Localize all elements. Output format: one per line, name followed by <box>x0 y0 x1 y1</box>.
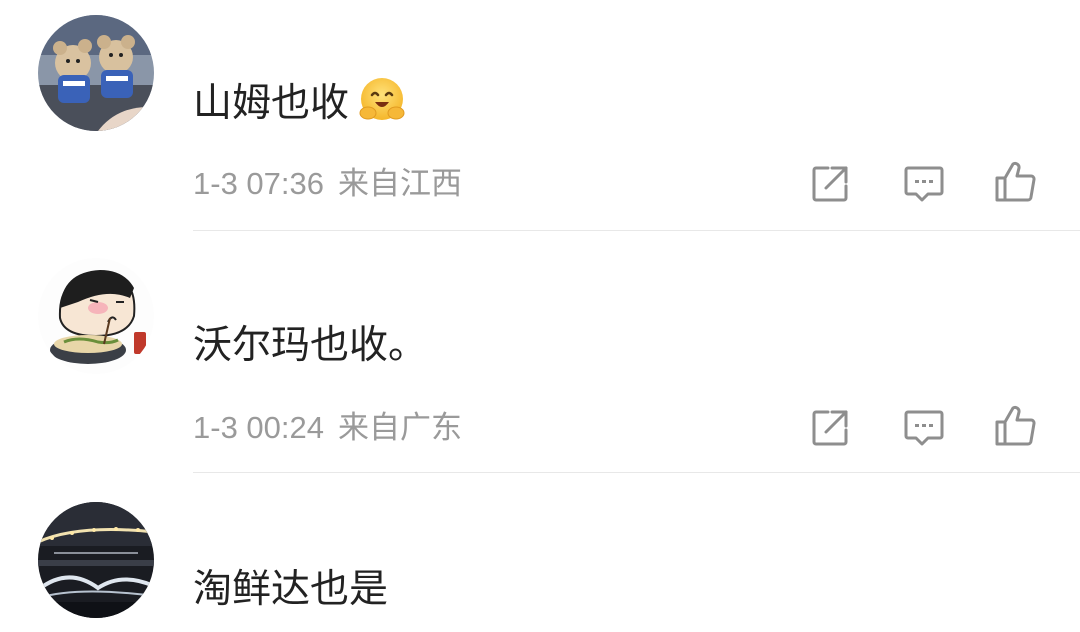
avatar[interactable] <box>38 15 154 131</box>
comment-text-content: 山姆也收 <box>193 80 350 126</box>
teddy-bears-avatar-image <box>38 15 154 131</box>
comment-item: 沃尔玛也收。 1-3 00:24 来自广东 <box>0 232 1080 474</box>
comment-text-content: 淘鲜达也是 <box>193 566 389 612</box>
comment-text-content: 沃尔玛也收。 <box>193 322 428 368</box>
divider <box>193 472 1080 473</box>
night-bridge-avatar-image <box>38 502 154 618</box>
comment-time: 1-3 07:36 <box>193 166 324 201</box>
avatar[interactable] <box>38 258 154 374</box>
divider <box>193 230 1080 231</box>
comment-location: 来自江西 <box>338 166 462 201</box>
like-button[interactable] <box>993 404 1037 448</box>
thumbs-up-icon <box>995 405 1036 446</box>
smiling-hugging-face-emoji <box>357 75 407 132</box>
comment-text: 山姆也收 <box>193 77 407 126</box>
cartoon-boy-eating-noodles-avatar-image <box>38 258 154 374</box>
comment-text: 淘鲜达也是 <box>193 567 388 611</box>
comment-location: 来自广东 <box>338 410 462 445</box>
comment-meta: 1-3 07:36 来自江西 <box>193 168 462 199</box>
comment-item: 山姆也收 1-3 07:36 来自江西 <box>0 0 1080 232</box>
comment-meta: 1-3 00:24 来自广东 <box>193 412 462 443</box>
avatar[interactable] <box>38 502 154 618</box>
comment-icon <box>904 410 944 446</box>
reply-button[interactable] <box>902 162 946 206</box>
share-icon <box>812 166 848 202</box>
like-button[interactable] <box>993 160 1037 204</box>
comment-icon <box>904 166 944 202</box>
comment-time: 1-3 00:24 <box>193 410 324 445</box>
share-button[interactable] <box>808 406 852 450</box>
reply-button[interactable] <box>902 406 946 450</box>
share-button[interactable] <box>808 162 852 206</box>
comment-item: 淘鲜达也是 <box>0 474 1080 632</box>
thumbs-up-icon <box>995 161 1036 202</box>
comment-text: 沃尔玛也收。 <box>193 323 427 367</box>
share-icon <box>812 410 848 446</box>
